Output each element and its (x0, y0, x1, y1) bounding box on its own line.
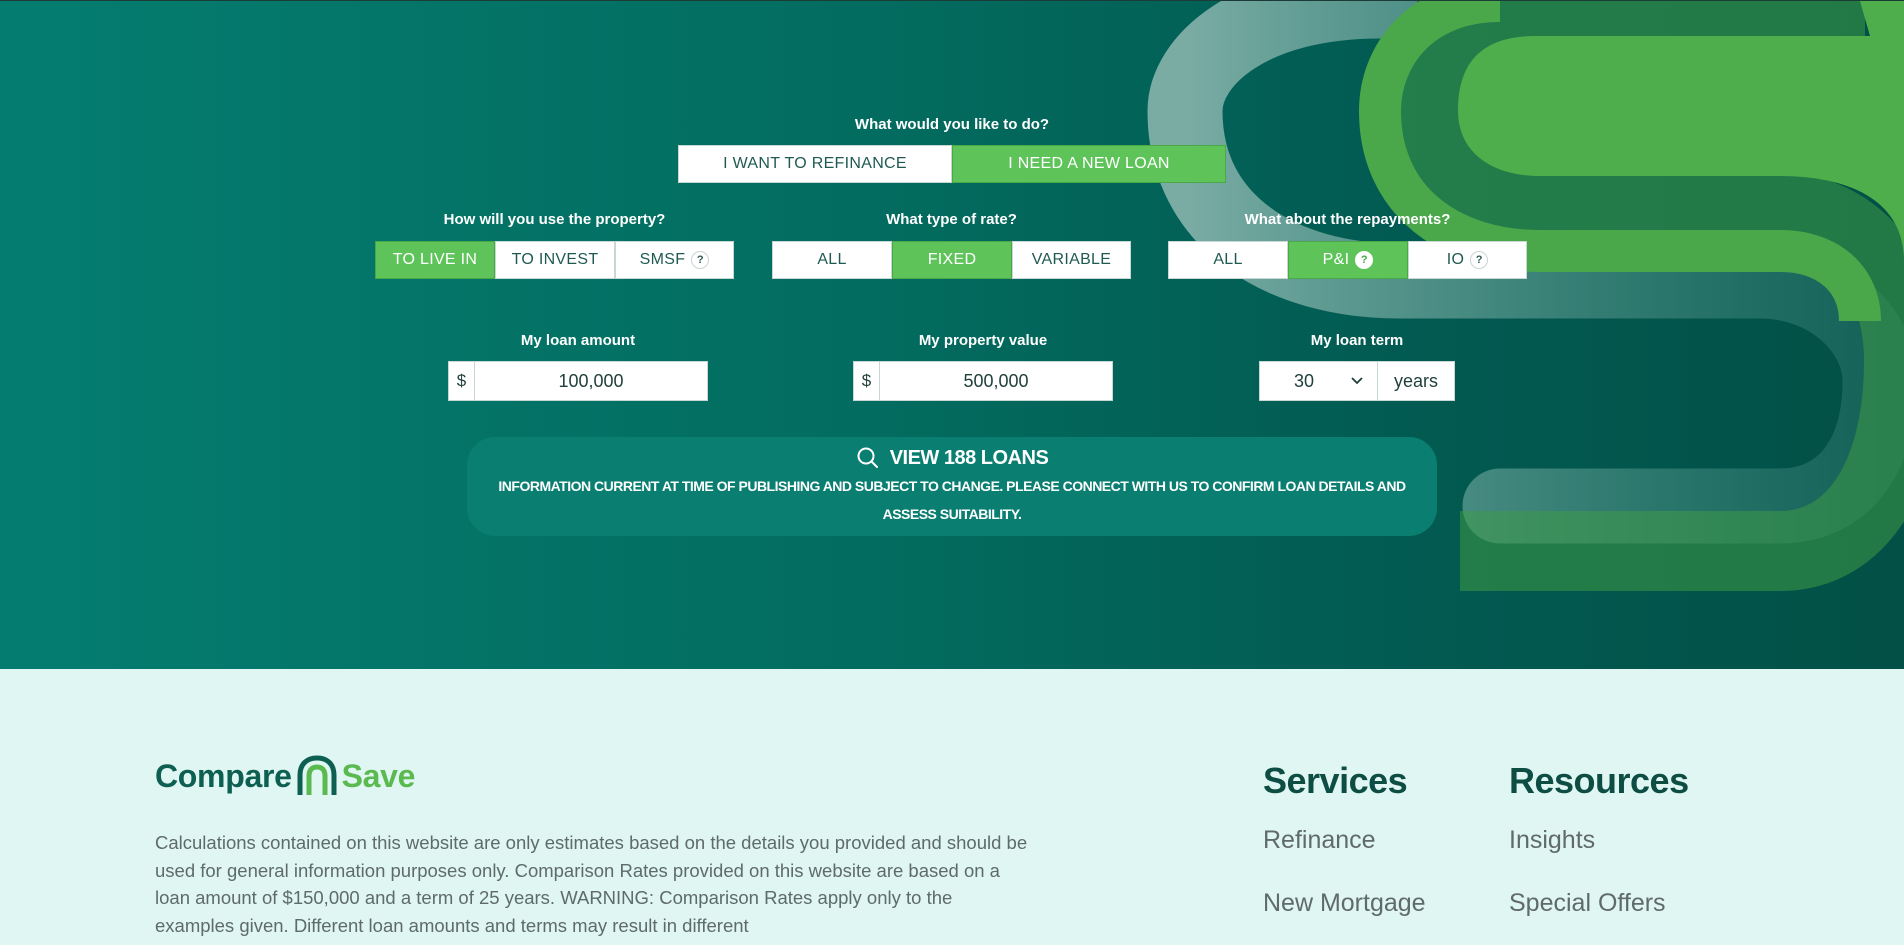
repayments-question-label: What about the repayments? (1244, 211, 1451, 228)
loan-amount-currency-prefix: $ (449, 362, 475, 400)
pi-help-icon[interactable]: ? (1355, 251, 1374, 269)
hero-section: What would you like to do? I WANT TO REF… (0, 0, 1904, 669)
rate-fixed-button[interactable]: FIXED (892, 241, 1012, 279)
to-live-in-button[interactable]: TO LIVE IN (375, 241, 495, 279)
property-value-input[interactable] (880, 362, 1112, 400)
logo-text-compare: Compare (155, 757, 292, 794)
loan-term-value: 30 (1294, 370, 1315, 391)
to-invest-button[interactable]: TO INVEST (495, 241, 615, 279)
property-value-field: $ (853, 361, 1113, 401)
services-heading: Services (1263, 760, 1408, 801)
repayments-all-button[interactable]: ALL (1168, 241, 1288, 279)
special-offers-link[interactable]: Special Offers (1509, 889, 1689, 918)
logo-text-save: Save (341, 757, 416, 794)
view-loans-title: VIEW 188 LOANS (889, 446, 1049, 469)
loan-term-label: My loan term (1310, 332, 1404, 349)
rate-variable-button[interactable]: VARIABLE (1012, 241, 1131, 279)
loan-amount-label: My loan amount (520, 332, 636, 349)
loan-term-field: 30 years (1259, 361, 1455, 401)
refinance-link[interactable]: Refinance (1263, 826, 1426, 855)
rate-type-question-label: What type of rate? (886, 211, 1017, 228)
to-live-in-label: TO LIVE IN (392, 251, 478, 268)
new-loan-option-button[interactable]: I NEED A NEW LOAN (952, 145, 1226, 183)
insights-link[interactable]: Insights (1509, 826, 1689, 855)
rate-variable-label: VARIABLE (1031, 251, 1112, 268)
resources-column: Resources Insights Special Offers (1509, 760, 1689, 918)
compare-n-save-logo[interactable]: Compare Save (155, 755, 415, 797)
loan-amount-field: $ (448, 361, 708, 401)
refinance-option-button[interactable]: I WANT TO REFINANCE (678, 145, 952, 183)
property-use-question-label: How will you use the property? (443, 211, 666, 228)
footer-disclaimer: Calculations contained on this website a… (155, 832, 1028, 936)
property-value-currency-prefix: $ (854, 362, 880, 400)
loan-amount-input[interactable] (475, 362, 707, 400)
rate-fixed-label: FIXED (927, 251, 977, 268)
search-icon (857, 447, 878, 468)
repayments-pi-button[interactable]: P&I ? (1288, 241, 1408, 279)
refinance-option-label: I WANT TO REFINANCE (723, 155, 907, 172)
loan-term-unit: years (1393, 370, 1438, 391)
rate-all-button[interactable]: ALL (772, 241, 892, 279)
rate-all-label: ALL (817, 251, 847, 268)
smsf-button[interactable]: SMSF ? (615, 241, 734, 279)
repayments-io-label: IO (1446, 251, 1465, 268)
io-help-icon[interactable]: ? (1470, 251, 1489, 269)
resources-heading: Resources (1509, 760, 1689, 801)
loan-term-select[interactable]: 30 (1260, 362, 1378, 400)
goal-question-label: What would you like to do? (854, 116, 1050, 133)
chevron-down-icon (1351, 377, 1363, 385)
view-loans-button[interactable]: VIEW 188 LOANS INFORMATION CURRENT AT TI… (467, 437, 1437, 536)
repayments-pi-label: P&I (1322, 251, 1350, 268)
smsf-label: SMSF (639, 251, 686, 268)
view-loans-disclaimer: INFORMATION CURRENT AT TIME OF PUBLISHIN… (498, 478, 1406, 522)
to-invest-label: TO INVEST (511, 251, 599, 268)
repayments-io-button[interactable]: IO ? (1408, 241, 1527, 279)
smsf-help-icon[interactable]: ? (691, 251, 710, 269)
new-loan-option-label: I NEED A NEW LOAN (1008, 155, 1170, 172)
repayments-all-label: ALL (1213, 251, 1243, 268)
new-mortgage-link[interactable]: New Mortgage (1263, 889, 1426, 918)
logo-arch-icon (297, 755, 337, 795)
property-value-label: My property value (918, 332, 1048, 349)
services-column: Services Refinance New Mortgage (1263, 760, 1426, 918)
